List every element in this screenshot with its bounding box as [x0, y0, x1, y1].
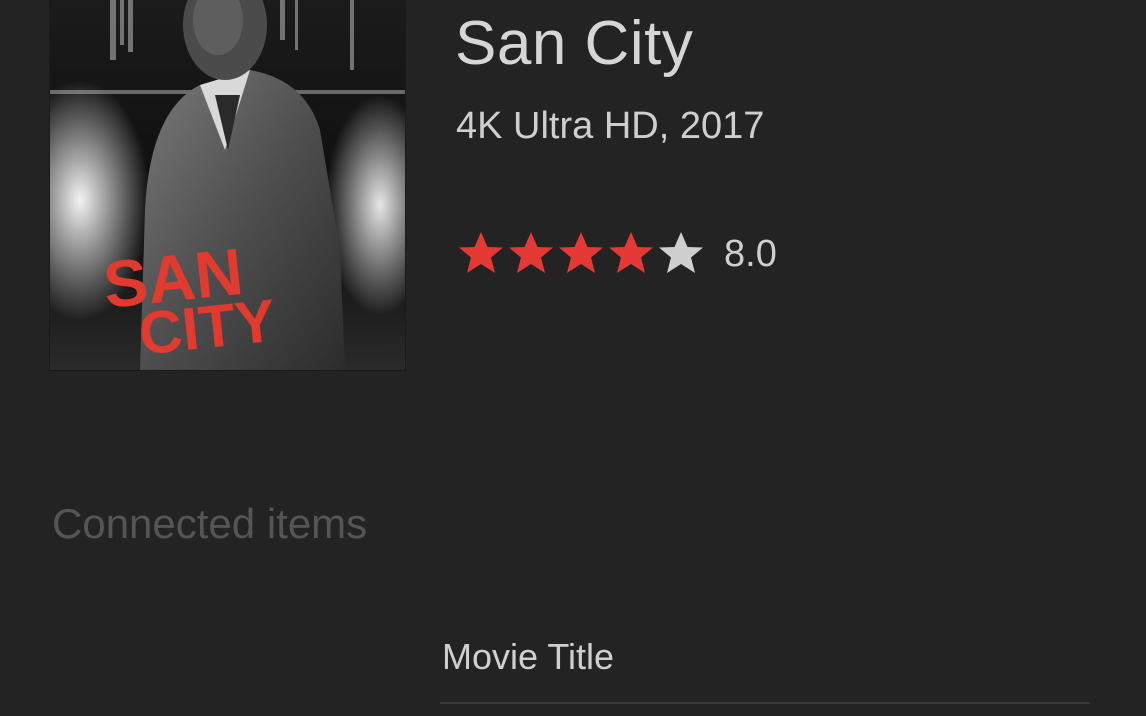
star-icon	[559, 232, 603, 273]
star-icon	[459, 232, 503, 273]
rating-stars	[456, 229, 706, 279]
rating-value: 8.0	[724, 232, 777, 275]
poster-logo-line2: CITY	[136, 287, 279, 368]
star-icon	[509, 232, 553, 273]
rating-row: 8.0	[456, 226, 777, 282]
poster-artwork: SAN CITY	[50, 0, 405, 370]
connected-items-header: Connected items	[52, 500, 368, 547]
movie-detail-screen: SAN CITY San City 4K Ultra HD, 2017 8.0 …	[0, 0, 1146, 716]
connected-item-title: Movie Title	[442, 636, 615, 677]
list-divider	[440, 702, 1090, 704]
star-icon	[659, 232, 703, 273]
star-icon	[609, 232, 653, 273]
movie-title: San City	[455, 9, 694, 78]
movie-format-year: 4K Ultra HD, 2017	[456, 105, 765, 147]
connected-item[interactable]: Movie Title	[440, 636, 1090, 704]
movie-poster[interactable]: SAN CITY	[50, 0, 405, 370]
connected-items-list: Movie Title	[440, 636, 1090, 704]
